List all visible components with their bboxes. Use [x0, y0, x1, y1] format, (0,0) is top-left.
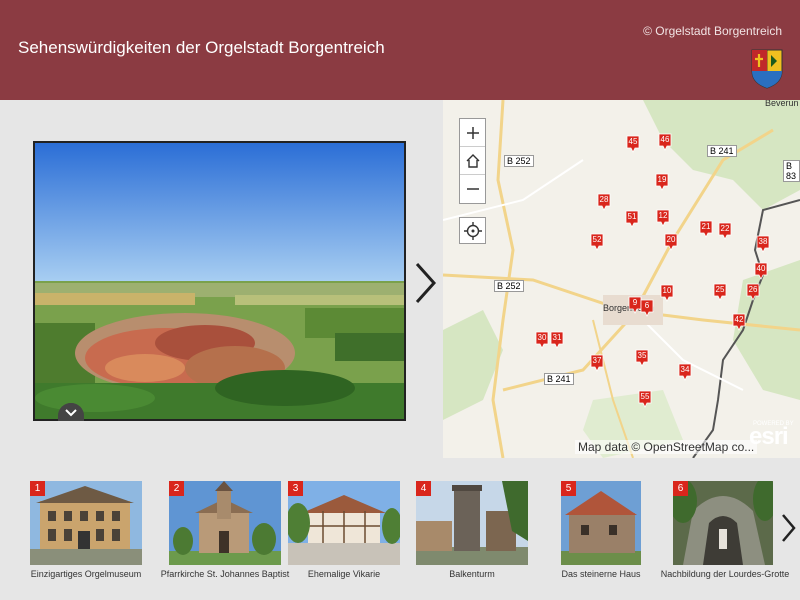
thumbnail-image-steinerne-haus: [561, 481, 673, 565]
map-marker-label: 42: [734, 315, 744, 324]
thumbnail-number: 5: [561, 481, 576, 496]
map-marker-label: 34: [680, 365, 690, 374]
map-marker[interactable]: 12: [656, 209, 670, 227]
road-label-b252: B 252: [504, 155, 534, 167]
home-icon: [466, 153, 479, 168]
zoom-in-button[interactable]: [460, 119, 485, 147]
chevron-right-icon[interactable]: [778, 512, 798, 544]
map-marker[interactable]: 55: [638, 390, 652, 408]
map-marker-label: 10: [662, 286, 672, 295]
home-button[interactable]: [460, 147, 485, 175]
thumbnail-number: 3: [288, 481, 303, 496]
map-marker[interactable]: 26: [746, 283, 760, 301]
road-label-b252: B 252: [494, 280, 524, 292]
coat-of-arms-icon: [751, 49, 783, 89]
map-marker-label: 31: [552, 333, 562, 342]
thumbnail-caption: Nachbildung der Lourdes-Grotte: [660, 569, 790, 579]
map-marker-label: 21: [701, 222, 711, 231]
thumbnail-number: 4: [416, 481, 431, 496]
esri-powered-text: POWERED BY: [753, 421, 794, 427]
map-marker[interactable]: 25: [713, 283, 727, 301]
thumbnail-caption: Einzigartiges Orgelmuseum: [30, 569, 142, 579]
map-marker[interactable]: 37: [590, 354, 604, 372]
map-marker[interactable]: 42: [732, 313, 746, 331]
map-marker[interactable]: 52: [590, 233, 604, 251]
thumbnail-image-vikarie: [288, 481, 400, 565]
map-marker-label: 19: [657, 175, 667, 184]
zoom-out-button[interactable]: [460, 175, 485, 203]
map-marker[interactable]: 30: [535, 331, 549, 349]
map-marker-label: 46: [660, 135, 670, 144]
thumbnail-image-balkenturm: [416, 481, 528, 565]
map-view[interactable]: B 252 B 252 B 241 B 241 B 83 Beverun Bor…: [443, 100, 800, 458]
thumbnail-caption: Ehemalige Vikarie: [307, 569, 381, 579]
map-marker[interactable]: 45: [626, 135, 640, 153]
locate-button[interactable]: [459, 217, 486, 244]
esri-logo[interactable]: esri: [749, 423, 789, 451]
main-photo[interactable]: [33, 141, 406, 421]
minus-icon: [466, 188, 479, 190]
map-marker-label: 45: [628, 137, 638, 146]
thumbnail-caption: Das steinerne Haus: [561, 569, 641, 579]
map-marker-label: 40: [756, 264, 766, 273]
thumbnail-image-pfarrkirche: [169, 481, 281, 565]
map-marker-label: 35: [637, 351, 647, 360]
map-marker-label: 22: [720, 224, 730, 233]
thumbnail-caption: Balkenturm: [449, 569, 495, 579]
copyright-text: © Orgelstadt Borgentreich: [643, 24, 782, 38]
thumbnail-image-orgelmuseum: [30, 481, 142, 565]
thumbnail-number: 6: [673, 481, 688, 496]
map-marker[interactable]: 51: [625, 210, 639, 228]
map-marker-label: 38: [758, 237, 768, 246]
map-marker-label: 20: [666, 235, 676, 244]
town-label-beverungen: Beverun: [765, 100, 799, 108]
map-marker-label: 51: [627, 212, 637, 221]
map-marker-label: 25: [715, 285, 725, 294]
map-marker-label: 12: [658, 211, 668, 220]
map-marker[interactable]: 10: [660, 284, 674, 302]
map-marker[interactable]: 34: [678, 363, 692, 381]
thumbnail-strip: 1 Einzigartiges Orgelmuseum 2 Pfarrkirch…: [0, 478, 800, 600]
map-marker[interactable]: 28: [597, 193, 611, 211]
map-marker[interactable]: 19: [655, 173, 669, 191]
map-marker-label: 6: [644, 301, 650, 310]
zoom-control: [459, 118, 486, 204]
map-marker[interactable]: 40: [754, 262, 768, 280]
road-label-b241: B 241: [707, 145, 737, 157]
map-marker-label: 30: [537, 333, 547, 342]
thumbnail-number: 1: [30, 481, 45, 496]
page-title: Sehenswürdigkeiten der Orgelstadt Borgen…: [18, 38, 385, 57]
map-marker-label: 52: [592, 235, 602, 244]
road-label-b83: B 83: [783, 160, 800, 182]
map-marker[interactable]: 21: [699, 220, 713, 238]
map-marker-label: 55: [640, 392, 650, 401]
road-label-b241: B 241: [544, 373, 574, 385]
map-marker-label: 37: [592, 356, 602, 365]
map-attribution[interactable]: Map data © OpenStreetMap co...: [575, 440, 758, 454]
map-marker[interactable]: 22: [718, 222, 732, 240]
map-marker[interactable]: 35: [635, 349, 649, 367]
map-marker[interactable]: 46: [658, 133, 672, 151]
map-marker[interactable]: 20: [664, 233, 678, 251]
plus-icon: [466, 126, 479, 139]
chevron-right-icon[interactable]: [410, 260, 440, 306]
map-marker[interactable]: 38: [756, 235, 770, 253]
locate-icon: [463, 221, 482, 240]
map-marker[interactable]: 31: [550, 331, 564, 349]
thumbnail-image-lourdes-grotte: [673, 481, 773, 565]
thumbnail-number: 2: [169, 481, 184, 496]
map-marker-label: 28: [599, 195, 609, 204]
map-marker-label: 26: [748, 285, 758, 294]
map-marker[interactable]: 6: [640, 299, 654, 317]
